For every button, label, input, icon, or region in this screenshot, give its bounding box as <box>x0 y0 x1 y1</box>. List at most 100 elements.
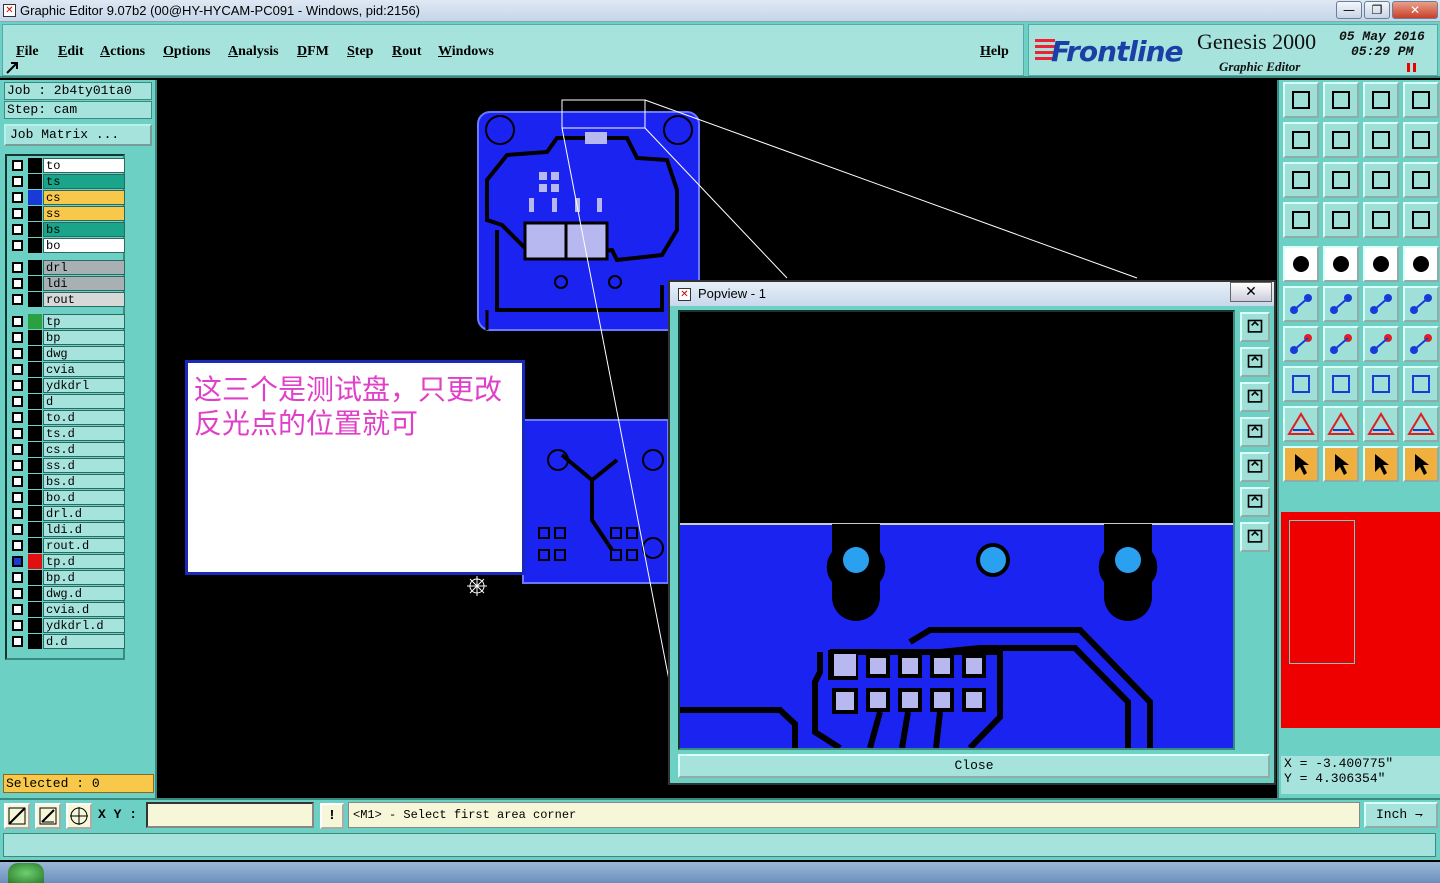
pv-layers-icon[interactable] <box>1240 312 1270 342</box>
popview-viewport[interactable] <box>678 310 1235 750</box>
mirror-icon[interactable] <box>1403 326 1439 362</box>
line-icon[interactable] <box>1323 246 1359 282</box>
layer-checkbox[interactable] <box>12 636 23 647</box>
layer-checkbox[interactable] <box>12 428 23 439</box>
xy-input[interactable] <box>146 802 314 828</box>
layer-name[interactable]: cvia.d <box>43 602 125 617</box>
menu-file[interactable]: File <box>16 44 39 60</box>
menu-windows[interactable]: Windows <box>438 44 494 60</box>
layer-row[interactable]: cvia.d <box>9 602 125 617</box>
layer-color-swatch[interactable] <box>28 570 42 585</box>
popview-close-x-button[interactable]: ✕ <box>1230 282 1272 302</box>
layer-row[interactable]: d.d <box>9 634 125 649</box>
layer-name[interactable]: rout <box>43 292 125 307</box>
popview-window[interactable]: ✕ Popview - 1 ✕ Close <box>668 280 1276 785</box>
layer-checkbox[interactable] <box>12 476 23 487</box>
fit-screen-icon[interactable] <box>1283 162 1319 198</box>
layer-color-swatch[interactable] <box>28 554 42 569</box>
layer-color-swatch[interactable] <box>28 586 42 601</box>
undo-rotate-icon[interactable] <box>1363 326 1399 362</box>
layers-alt-icon[interactable] <box>1403 202 1439 238</box>
menu-rout[interactable]: Rout <box>392 44 422 60</box>
layer-row[interactable]: bo <box>9 238 125 253</box>
layer-color-swatch[interactable] <box>28 442 42 457</box>
layer-color-swatch[interactable] <box>28 346 42 361</box>
layer-checkbox[interactable] <box>12 208 23 219</box>
layer-name[interactable]: d.d <box>43 634 125 649</box>
layer-color-swatch[interactable] <box>28 634 42 649</box>
pause-icon[interactable] <box>1407 63 1416 72</box>
layer-checkbox[interactable] <box>12 508 23 519</box>
window-split-icon[interactable] <box>1403 82 1439 118</box>
layer-color-swatch[interactable] <box>28 458 42 473</box>
layer-row[interactable]: bs <box>9 222 125 237</box>
select-path-icon[interactable] <box>1403 446 1439 482</box>
layer-checkbox[interactable] <box>12 620 23 631</box>
layer-color-swatch[interactable] <box>28 538 42 553</box>
layer-row[interactable]: cvia <box>9 362 125 377</box>
job-matrix-button[interactable]: Job Matrix ... <box>4 124 152 146</box>
help-icon[interactable] <box>1403 162 1439 198</box>
menu-actions[interactable]: Actions <box>100 44 145 60</box>
layer-color-swatch[interactable] <box>28 426 42 441</box>
zoom-home-icon[interactable] <box>1283 82 1319 118</box>
layer-checkbox[interactable] <box>12 262 23 273</box>
layer-checkbox[interactable] <box>12 460 23 471</box>
layer-row[interactable]: ydkdrl.d <box>9 618 125 633</box>
layer-name[interactable]: d <box>43 394 125 409</box>
layer-color-swatch[interactable] <box>28 222 42 237</box>
settings-icon[interactable] <box>1283 202 1319 238</box>
menu-analysis[interactable]: Analysis <box>228 44 279 60</box>
dot-icon[interactable] <box>1403 246 1439 282</box>
layer-color-swatch[interactable] <box>28 506 42 521</box>
center-icon[interactable] <box>1323 162 1359 198</box>
layer-name[interactable]: tp.d <box>43 554 125 569</box>
line-point-icon[interactable] <box>1403 286 1439 322</box>
layer-row[interactable]: ss <box>9 206 125 221</box>
angle-icon[interactable] <box>1283 326 1319 362</box>
layer-checkbox[interactable] <box>12 176 23 187</box>
layer-color-swatch[interactable] <box>28 362 42 377</box>
layer-name[interactable]: bo.d <box>43 490 125 505</box>
minus-icon[interactable] <box>1323 366 1359 402</box>
layer-row[interactable]: bs.d <box>9 474 125 489</box>
pad-icon[interactable] <box>1283 246 1319 282</box>
triangle-b-icon[interactable] <box>1403 406 1439 442</box>
layer-color-swatch[interactable] <box>28 174 42 189</box>
layer-checkbox[interactable] <box>12 224 23 235</box>
zoom-area-icon[interactable] <box>4 803 30 829</box>
maximize-button[interactable]: ❐ <box>1364 1 1390 19</box>
layer-color-swatch[interactable] <box>28 522 42 537</box>
layer-row[interactable]: ts.d <box>9 426 125 441</box>
layer-name[interactable]: dwg <box>43 346 125 361</box>
layer-checkbox[interactable] <box>12 332 23 343</box>
cross-icon[interactable] <box>1323 286 1359 322</box>
execute-button[interactable]: ! <box>320 803 344 829</box>
pv-pan-left-icon[interactable] <box>1240 417 1270 447</box>
layer-row[interactable]: drl <box>9 260 125 275</box>
layer-checkbox[interactable] <box>12 588 23 599</box>
layer-checkbox[interactable] <box>12 192 23 203</box>
layer-name[interactable]: tp <box>43 314 125 329</box>
move-point-icon[interactable] <box>1363 286 1399 322</box>
triangle-up-icon[interactable] <box>1323 406 1359 442</box>
select-circle-icon[interactable] <box>1363 446 1399 482</box>
layer-color-swatch[interactable] <box>28 394 42 409</box>
layer-name[interactable]: ldi.d <box>43 522 125 537</box>
layer-color-swatch[interactable] <box>28 206 42 221</box>
layer-row[interactable]: bp.d <box>9 570 125 585</box>
menu-step[interactable]: Step <box>347 44 373 60</box>
select-box-icon[interactable] <box>1323 446 1359 482</box>
menu-help[interactable]: Help <box>980 44 1009 60</box>
measure-icon[interactable] <box>35 803 61 829</box>
scale-1-2-icon[interactable] <box>1363 162 1399 198</box>
layer-checkbox[interactable] <box>12 572 23 583</box>
layer-name[interactable]: ldi <box>43 276 125 291</box>
layer-color-swatch[interactable] <box>28 314 42 329</box>
layer-row[interactable]: cs <box>9 190 125 205</box>
layer-name[interactable]: ydkdrl.d <box>43 618 125 633</box>
layer-color-swatch[interactable] <box>28 378 42 393</box>
select-arrow-icon[interactable] <box>1283 446 1319 482</box>
home-view-icon[interactable] <box>1363 82 1399 118</box>
layer-checkbox[interactable] <box>12 294 23 305</box>
